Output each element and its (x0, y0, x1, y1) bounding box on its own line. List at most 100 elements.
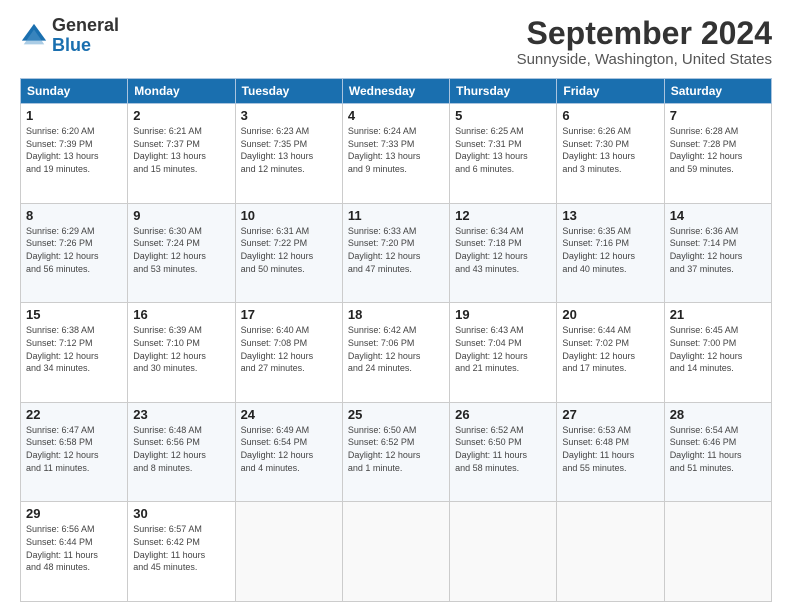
day-cell-3-4: 26 Sunrise: 6:52 AMSunset: 6:50 PMDayligh… (450, 402, 557, 502)
day-info: Sunrise: 6:49 AMSunset: 6:54 PMDaylight:… (241, 424, 337, 474)
day-cell-2-1: 16Sunrise: 6:39 AMSunset: 7:10 PMDayligh… (128, 303, 235, 403)
day-number: 19 (455, 307, 551, 322)
day-cell-1-0: 8 Sunrise: 6:29 AMSunset: 7:26 PMDaylight… (21, 203, 128, 303)
day-cell-0-4: 5 Sunrise: 6:25 AMSunset: 7:31 PMDaylight… (450, 104, 557, 204)
day-cell-4-4 (450, 502, 557, 602)
day-number: 20 (562, 307, 658, 322)
day-cell-4-6 (664, 502, 771, 602)
col-friday: Friday (557, 79, 664, 104)
day-cell-2-4: 19 Sunrise: 6:43 AMSunset: 7:04 PMDayligh… (450, 303, 557, 403)
day-cell-1-4: 12 Sunrise: 6:34 AMSunset: 7:18 PMDayligh… (450, 203, 557, 303)
day-cell-3-3: 25 Sunrise: 6:50 AMSunset: 6:52 PMDayligh… (342, 402, 449, 502)
day-number: 12 (455, 208, 551, 223)
day-info: Sunrise: 6:52 AMSunset: 6:50 PMDaylight:… (455, 424, 551, 474)
calendar-table: Sunday Monday Tuesday Wednesday Thursday… (20, 78, 772, 602)
day-info: Sunrise: 6:34 AMSunset: 7:18 PMDaylight:… (455, 225, 551, 275)
day-number: 4 (348, 108, 444, 123)
day-cell-3-2: 24 Sunrise: 6:49 AMSunset: 6:54 PMDayligh… (235, 402, 342, 502)
week-row-4: 22 Sunrise: 6:47 AMSunset: 6:58 PMDayligh… (21, 402, 772, 502)
header-row: Sunday Monday Tuesday Wednesday Thursday… (21, 79, 772, 104)
day-info: Sunrise: 6:36 AMSunset: 7:14 PMDaylight:… (670, 225, 766, 275)
day-number: 24 (241, 407, 337, 422)
day-info: Sunrise: 6:21 AMSunset: 7:37 PMDaylight:… (133, 125, 229, 175)
day-info: Sunrise: 6:43 AMSunset: 7:04 PMDaylight:… (455, 324, 551, 374)
logo: General Blue (20, 16, 119, 56)
day-cell-4-0: 29 Sunrise: 6:56 AMSunset: 6:44 PMDayligh… (21, 502, 128, 602)
day-number: 30 (133, 506, 229, 521)
day-number: 11 (348, 208, 444, 223)
day-number: 15 (26, 307, 122, 322)
day-number: 21 (670, 307, 766, 322)
day-number: 18 (348, 307, 444, 322)
day-number: 27 (562, 407, 658, 422)
day-number: 25 (348, 407, 444, 422)
day-cell-0-5: 6 Sunrise: 6:26 AMSunset: 7:30 PMDaylight… (557, 104, 664, 204)
day-info: Sunrise: 6:40 AMSunset: 7:08 PMDaylight:… (241, 324, 337, 374)
day-number: 1 (26, 108, 122, 123)
logo-icon (20, 22, 48, 50)
day-info: Sunrise: 6:24 AMSunset: 7:33 PMDaylight:… (348, 125, 444, 175)
logo-general-text: General (52, 16, 119, 36)
day-number: 17 (241, 307, 337, 322)
day-number: 7 (670, 108, 766, 123)
day-number: 5 (455, 108, 551, 123)
day-cell-3-6: 28 Sunrise: 6:54 AMSunset: 6:46 PMDayligh… (664, 402, 771, 502)
title-block: September 2024 Sunnyside, Washington, Un… (517, 16, 772, 68)
day-number: 29 (26, 506, 122, 521)
day-number: 26 (455, 407, 551, 422)
day-cell-1-2: 10Sunrise: 6:31 AMSunset: 7:22 PMDayligh… (235, 203, 342, 303)
calendar-header: Sunday Monday Tuesday Wednesday Thursday… (21, 79, 772, 104)
week-row-3: 15 Sunrise: 6:38 AMSunset: 7:12 PMDayligh… (21, 303, 772, 403)
day-cell-2-3: 18 Sunrise: 6:42 AMSunset: 7:06 PMDayligh… (342, 303, 449, 403)
day-info: Sunrise: 6:39 AMSunset: 7:10 PMDaylight:… (133, 324, 229, 374)
calendar-body: 1 Sunrise: 6:20 AMSunset: 7:39 PMDaylight… (21, 104, 772, 602)
col-saturday: Saturday (664, 79, 771, 104)
day-cell-0-1: 2 Sunrise: 6:21 AMSunset: 7:37 PMDaylight… (128, 104, 235, 204)
day-info: Sunrise: 6:50 AMSunset: 6:52 PMDaylight:… (348, 424, 444, 474)
week-row-2: 8 Sunrise: 6:29 AMSunset: 7:26 PMDaylight… (21, 203, 772, 303)
day-info: Sunrise: 6:53 AMSunset: 6:48 PMDaylight:… (562, 424, 658, 474)
day-info: Sunrise: 6:56 AMSunset: 6:44 PMDaylight:… (26, 523, 122, 573)
day-cell-4-3 (342, 502, 449, 602)
day-info: Sunrise: 6:20 AMSunset: 7:39 PMDaylight:… (26, 125, 122, 175)
day-number: 8 (26, 208, 122, 223)
day-number: 6 (562, 108, 658, 123)
col-sunday: Sunday (21, 79, 128, 104)
day-cell-4-2 (235, 502, 342, 602)
day-info: Sunrise: 6:48 AMSunset: 6:56 PMDaylight:… (133, 424, 229, 474)
day-cell-0-0: 1 Sunrise: 6:20 AMSunset: 7:39 PMDaylight… (21, 104, 128, 204)
day-number: 23 (133, 407, 229, 422)
day-cell-3-1: 23 Sunrise: 6:48 AMSunset: 6:56 PMDayligh… (128, 402, 235, 502)
day-info: Sunrise: 6:28 AMSunset: 7:28 PMDaylight:… (670, 125, 766, 175)
day-number: 9 (133, 208, 229, 223)
day-cell-4-5 (557, 502, 664, 602)
day-info: Sunrise: 6:33 AMSunset: 7:20 PMDaylight:… (348, 225, 444, 275)
day-info: Sunrise: 6:25 AMSunset: 7:31 PMDaylight:… (455, 125, 551, 175)
day-info: Sunrise: 6:26 AMSunset: 7:30 PMDaylight:… (562, 125, 658, 175)
day-info: Sunrise: 6:54 AMSunset: 6:46 PMDaylight:… (670, 424, 766, 474)
day-cell-0-2: 3Sunrise: 6:23 AMSunset: 7:35 PMDaylight… (235, 104, 342, 204)
day-cell-2-6: 21 Sunrise: 6:45 AMSunset: 7:00 PMDayligh… (664, 303, 771, 403)
location: Sunnyside, Washington, United States (517, 51, 772, 68)
page: General Blue September 2024 Sunnyside, W… (0, 0, 792, 612)
day-number: 22 (26, 407, 122, 422)
month-title: September 2024 (517, 16, 772, 51)
day-number: 2 (133, 108, 229, 123)
day-info: Sunrise: 6:35 AMSunset: 7:16 PMDaylight:… (562, 225, 658, 275)
day-info: Sunrise: 6:42 AMSunset: 7:06 PMDaylight:… (348, 324, 444, 374)
logo-text: General Blue (52, 16, 119, 56)
day-info: Sunrise: 6:57 AMSunset: 6:42 PMDaylight:… (133, 523, 229, 573)
day-info: Sunrise: 6:45 AMSunset: 7:00 PMDaylight:… (670, 324, 766, 374)
day-cell-4-1: 30 Sunrise: 6:57 AMSunset: 6:42 PMDayligh… (128, 502, 235, 602)
col-thursday: Thursday (450, 79, 557, 104)
week-row-1: 1 Sunrise: 6:20 AMSunset: 7:39 PMDaylight… (21, 104, 772, 204)
day-info: Sunrise: 6:38 AMSunset: 7:12 PMDaylight:… (26, 324, 122, 374)
day-info: Sunrise: 6:29 AMSunset: 7:26 PMDaylight:… (26, 225, 122, 275)
day-info: Sunrise: 6:47 AMSunset: 6:58 PMDaylight:… (26, 424, 122, 474)
day-cell-1-1: 9Sunrise: 6:30 AMSunset: 7:24 PMDaylight… (128, 203, 235, 303)
day-info: Sunrise: 6:23 AMSunset: 7:35 PMDaylight:… (241, 125, 337, 175)
day-number: 28 (670, 407, 766, 422)
day-cell-1-3: 11 Sunrise: 6:33 AMSunset: 7:20 PMDayligh… (342, 203, 449, 303)
day-cell-3-0: 22 Sunrise: 6:47 AMSunset: 6:58 PMDayligh… (21, 402, 128, 502)
header: General Blue September 2024 Sunnyside, W… (20, 16, 772, 68)
